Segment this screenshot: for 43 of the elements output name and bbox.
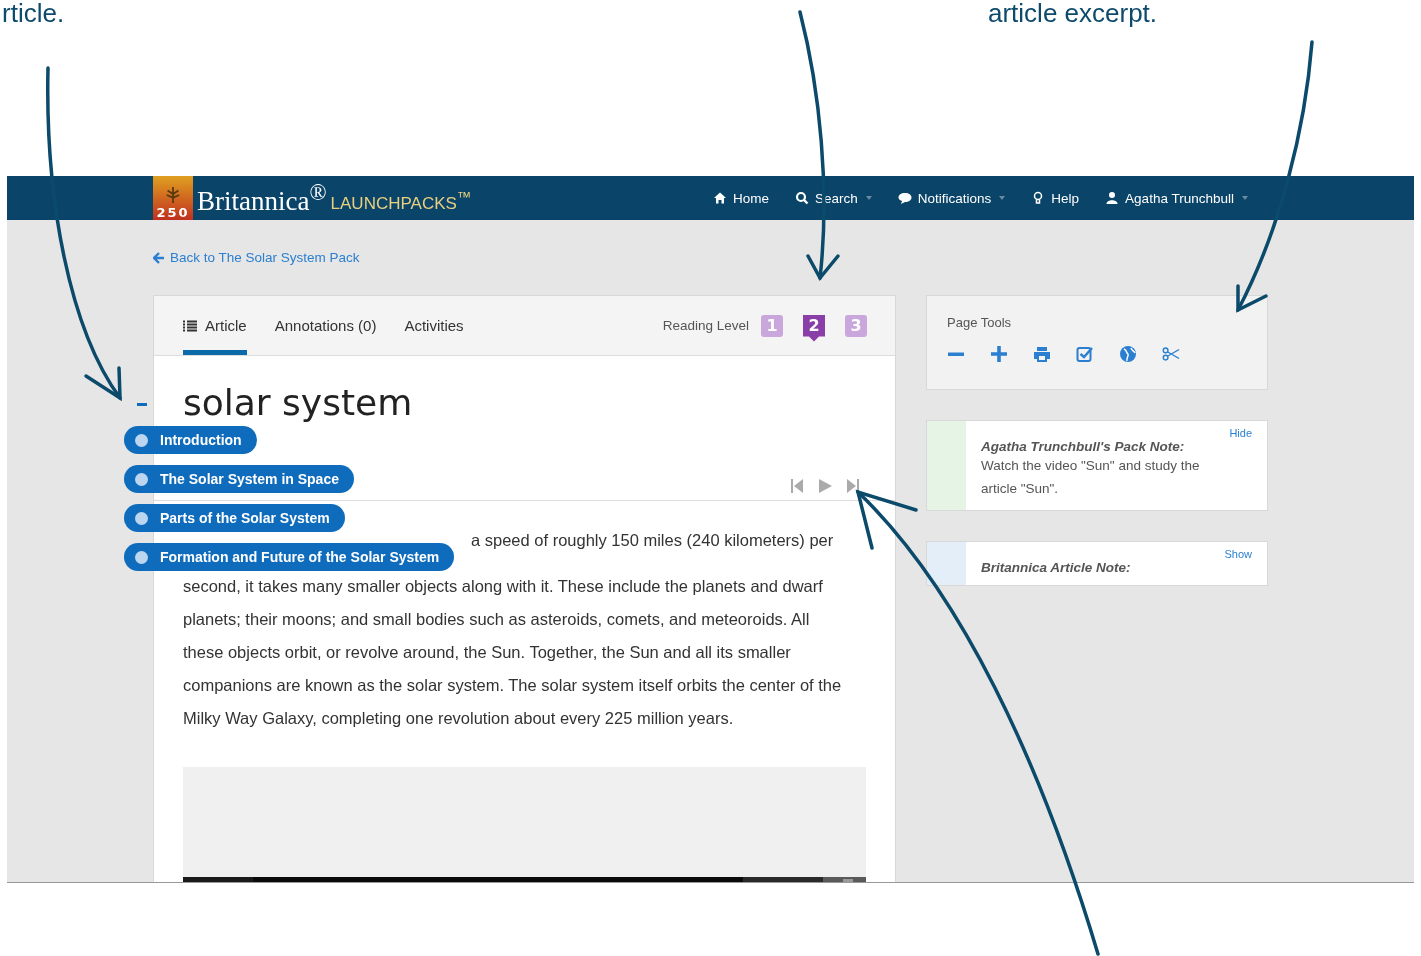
reading-level-button[interactable]: 2 [803, 314, 825, 342]
play-icon[interactable] [818, 478, 832, 494]
nav-link[interactable]: Home [713, 190, 769, 206]
user-icon [1105, 191, 1120, 205]
tab[interactable]: Activities [404, 296, 464, 355]
tab[interactable]: Article [183, 296, 247, 355]
zoom-in-icon[interactable] [990, 345, 1008, 363]
note-title: Britannica Article Note: [981, 560, 1132, 575]
note-text: Watch the video "Sun" and study the article "Sun". [981, 457, 1201, 498]
speech-bubble-icon [897, 191, 912, 205]
toggle-link[interactable]: Hide [1229, 427, 1252, 439]
annotation-text: rticle. [2, 0, 65, 29]
skip-forward-icon[interactable] [846, 478, 860, 494]
annotation-text: article excerpt. [988, 0, 1158, 29]
checkbox-icon[interactable] [1076, 345, 1094, 363]
article-paragraph: second, it takes many smaller objects along with it. These include the planets and dwarf planets; their moons; and small bodies such as asteroids, comets, and meteoroids. All these objects orbit, or revolve around, the Sun. Together, the Sun and all its smaller companions are known as the solar system. The solar system itself orbits the center of the Milky Way Galaxy, completing one revolution about every 225 million years. [183, 576, 843, 729]
nav-link[interactable]: Agatha Trunchbull [1105, 190, 1248, 206]
article-title: solar system [183, 382, 414, 424]
back-arrow-icon [153, 251, 165, 264]
brand-name: Britannica$^{®}$ [197, 179, 327, 217]
reading-level-label: Reading Level [662, 318, 749, 333]
nav-link[interactable]: Help [1031, 190, 1080, 206]
nav-link[interactable]: Notifications [897, 190, 1006, 206]
page-tools-title: Page Tools [947, 315, 1012, 330]
nav-link[interactable]: Search [795, 190, 872, 206]
toc-item[interactable]: Parts of the Solar System [124, 504, 345, 532]
back-link[interactable]: Back to The Solar System Pack [153, 250, 1414, 265]
skip-back-icon[interactable] [790, 478, 804, 494]
product-name: LAUNCHPACKS$^{™}$ [330, 188, 471, 214]
note-title: Agatha Trunchbull's Pack Note: [981, 439, 1186, 454]
home-icon [713, 191, 727, 205]
toggle-link[interactable]: Show [1224, 548, 1252, 560]
search-icon [795, 191, 809, 205]
toc-item[interactable]: Formation and Future of the Solar System [124, 543, 455, 571]
logo-badge: 250 [153, 176, 193, 220]
list-icon [183, 319, 197, 332]
globe-icon[interactable] [1119, 345, 1137, 363]
scissors-icon[interactable] [1162, 345, 1180, 363]
article-text: a speed of roughly 150 miles (240 kilometers) per [471, 530, 835, 551]
print-icon[interactable] [1033, 345, 1051, 363]
toc-item[interactable]: The Solar System in Space [124, 465, 354, 493]
toc-item[interactable]: Introduction [124, 426, 257, 454]
tab[interactable]: Annotations (0) [274, 296, 377, 355]
